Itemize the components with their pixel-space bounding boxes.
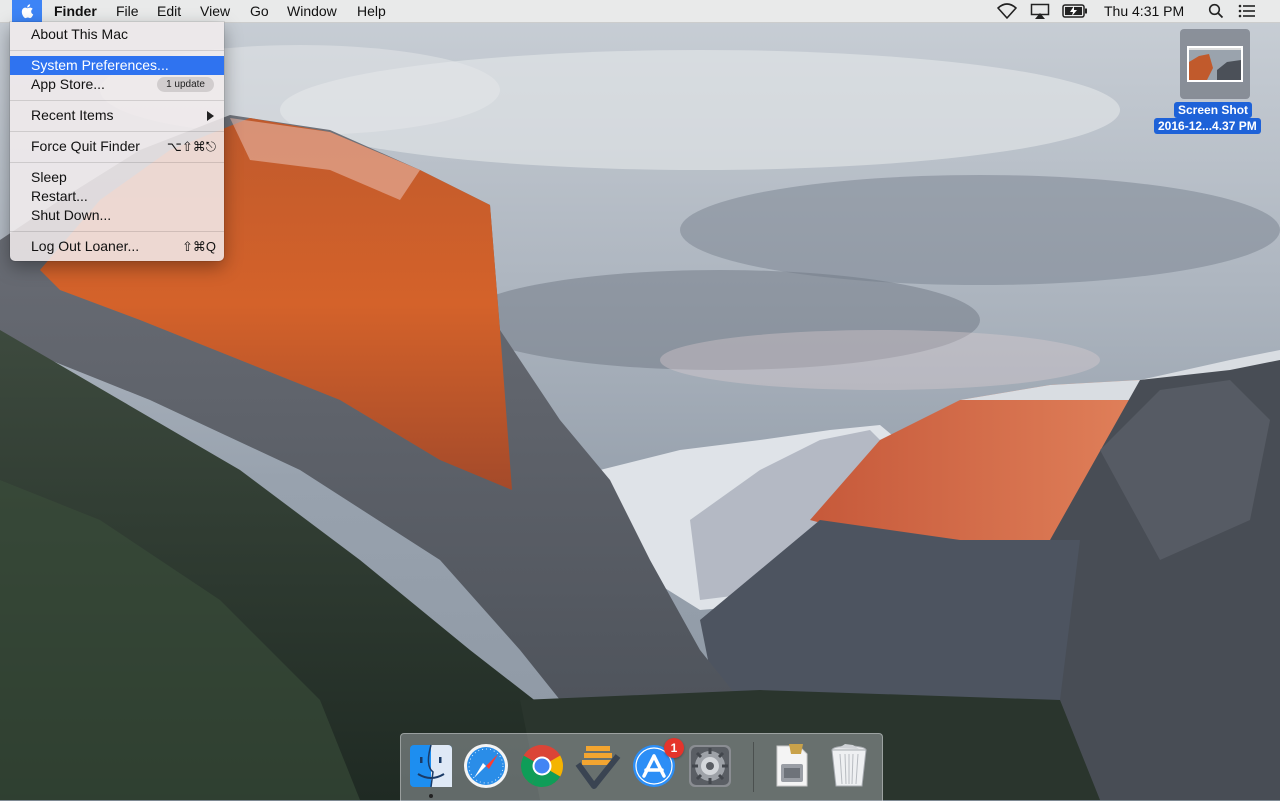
battery-charging-icon[interactable] xyxy=(1062,2,1088,20)
menu-separator xyxy=(10,231,224,232)
spotlight-search-icon[interactable] xyxy=(1206,2,1226,20)
menu-separator xyxy=(10,131,224,132)
menu-separator xyxy=(10,162,224,163)
dock-separator xyxy=(753,742,754,792)
menu-clock[interactable]: Thu 4:31 PM xyxy=(1104,0,1184,22)
file-thumbnail[interactable] xyxy=(1180,29,1250,99)
menu-item-sleep[interactable]: Sleep xyxy=(10,168,224,187)
keyboard-shortcut: ⇧⌘Q xyxy=(181,239,216,254)
wifi-icon[interactable] xyxy=(996,2,1018,20)
update-count-badge: 1 update xyxy=(157,77,214,92)
safari-icon[interactable] xyxy=(462,742,510,790)
menu-item-recent-items[interactable]: Recent Items xyxy=(10,106,224,125)
menu-separator xyxy=(10,50,224,51)
keyboard-shortcut: ⌥⇧⌘⎋ xyxy=(166,139,216,154)
menu-item-label: System Preferences... xyxy=(31,57,169,73)
menu-item-label: Force Quit Finder xyxy=(31,138,140,154)
menu-item-label: About This Mac xyxy=(31,26,129,42)
image-file-icon xyxy=(1187,46,1243,82)
chrome-icon[interactable] xyxy=(518,742,566,790)
apple-menu-dropdown: About This Mac System Preferences... App… xyxy=(10,22,224,261)
menu-view[interactable]: View xyxy=(200,0,230,22)
notification-center-icon[interactable] xyxy=(1236,2,1258,20)
menu-item-label: Recent Items xyxy=(31,107,114,123)
menu-item-log-out[interactable]: Log Out Loaner... ⇧⌘Q xyxy=(10,237,224,256)
menu-item-app-store[interactable]: App Store... 1 update xyxy=(10,75,224,94)
file-name-label: 2016-12...4.37 PM xyxy=(1154,118,1261,134)
dock: 1 xyxy=(400,733,883,801)
menu-item-label: Log Out Loaner... xyxy=(31,238,140,254)
menu-item-about-this-mac[interactable]: About This Mac xyxy=(10,25,224,44)
system-preferences-icon[interactable] xyxy=(686,742,734,790)
menu-item-label: Restart... xyxy=(31,188,88,204)
installer-icon[interactable] xyxy=(767,742,815,790)
menu-go[interactable]: Go xyxy=(250,0,269,22)
menu-item-force-quit[interactable]: Force Quit Finder ⌥⇧⌘⎋ xyxy=(10,137,224,156)
desktop-file-screenshot[interactable]: Screen Shot 2016-12...4.37 PM xyxy=(1150,26,1280,136)
apple-icon xyxy=(21,4,34,19)
menu-item-label: Sleep xyxy=(31,169,67,185)
menu-separator xyxy=(10,100,224,101)
airplay-icon[interactable] xyxy=(1029,2,1051,20)
trash-icon[interactable] xyxy=(825,742,873,790)
menu-item-restart[interactable]: Restart... xyxy=(10,187,224,206)
apple-menu-button[interactable] xyxy=(12,0,42,22)
submenu-arrow-icon xyxy=(207,111,214,121)
checklist-app-icon[interactable] xyxy=(574,742,622,790)
menu-item-label: Shut Down... xyxy=(31,207,112,223)
menu-item-label: App Store... xyxy=(31,76,105,92)
menu-edit[interactable]: Edit xyxy=(157,0,181,22)
finder-icon[interactable] xyxy=(407,742,455,790)
file-name-label: Screen Shot xyxy=(1174,102,1253,118)
notification-badge: 1 xyxy=(664,738,684,758)
menu-help[interactable]: Help xyxy=(357,0,386,22)
menu-window[interactable]: Window xyxy=(287,0,337,22)
menu-bar: Finder File Edit View Go Window Help Thu… xyxy=(0,0,1280,23)
menu-finder[interactable]: Finder xyxy=(54,0,97,22)
menu-item-shut-down[interactable]: Shut Down... xyxy=(10,206,224,225)
menu-file[interactable]: File xyxy=(116,0,139,22)
running-indicator xyxy=(429,794,433,798)
menu-item-system-preferences[interactable]: System Preferences... xyxy=(10,56,224,75)
